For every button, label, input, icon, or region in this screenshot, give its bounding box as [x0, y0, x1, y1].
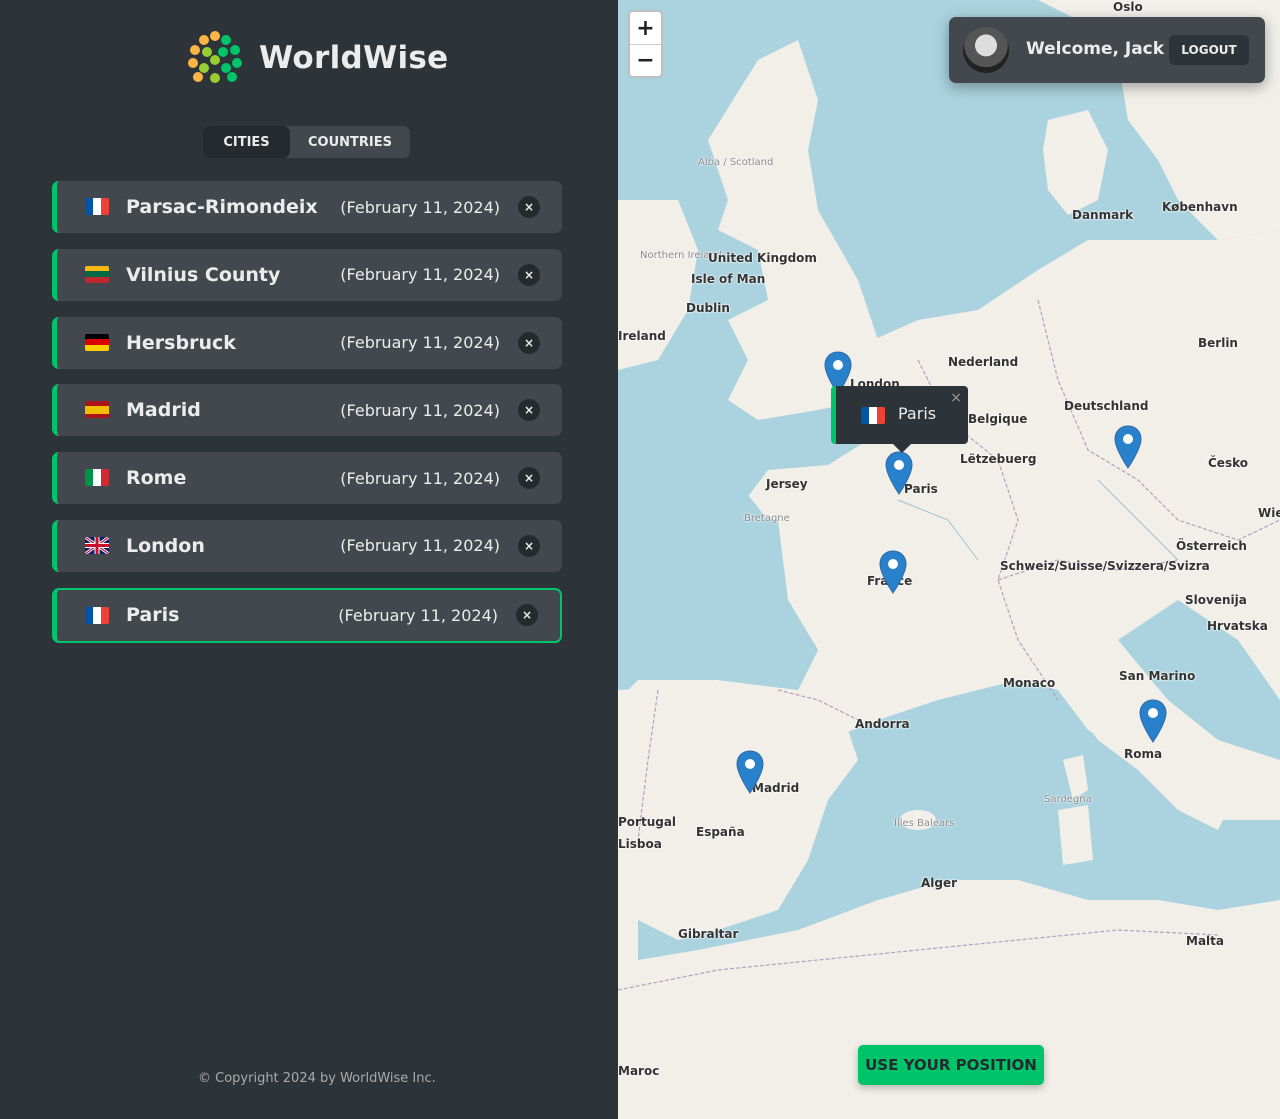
map-label: Andorra: [855, 717, 910, 731]
map-label: United Kingdom: [708, 251, 817, 265]
france-flag-icon: [85, 198, 109, 215]
welcome-text: Welcome, Jack: [1026, 39, 1165, 59]
logo[interactable]: WorldWise: [185, 28, 449, 88]
city-item-madrid[interactable]: Madrid (February 11, 2024) ×: [52, 384, 562, 437]
city-item-parsac-rimondeix[interactable]: Parsac-Rimondeix (February 11, 2024) ×: [52, 181, 562, 233]
france-flag-icon: [85, 606, 109, 624]
city-item-london[interactable]: London (February 11, 2024) ×: [52, 519, 562, 572]
city-item-hersbruck[interactable]: Hersbruck (February 11, 2024) ×: [52, 316, 562, 369]
city-date: (February 11, 2024): [338, 605, 498, 625]
map-label: Alger: [921, 876, 958, 890]
map-label: Wien: [1258, 506, 1280, 520]
delete-city-button[interactable]: ×: [518, 331, 540, 354]
map-label: San Marino: [1119, 669, 1196, 683]
map-label: Nederland: [948, 355, 1019, 369]
delete-city-button[interactable]: ×: [518, 534, 540, 557]
city-list: Parsac-Rimondeix (February 11, 2024) × V…: [52, 181, 562, 659]
map-label: København: [1162, 200, 1238, 214]
city-name: London: [126, 534, 205, 557]
map-label: Schweiz/Suisse/Svizzera/Svizra: [1000, 558, 1210, 575]
uk-flag-icon: [85, 536, 109, 554]
copyright-text: © Copyright 2024 by WorldWise Inc.: [198, 1071, 436, 1086]
city-name: Rome: [126, 467, 187, 490]
user-box: Welcome, Jack LOGOUT: [949, 17, 1265, 83]
zoom-control: + −: [628, 10, 663, 78]
delete-city-button[interactable]: ×: [516, 604, 538, 627]
map-marker-icon[interactable]: [879, 550, 907, 594]
map-label: Roma: [1124, 747, 1163, 761]
city-date: (February 11, 2024): [340, 265, 500, 285]
lithuania-flag-icon: [85, 265, 109, 283]
map-label: Hrvatska: [1207, 619, 1268, 633]
map-label: Jersey: [766, 477, 808, 491]
city-item-paris[interactable]: Paris (February 11, 2024) ×: [52, 587, 562, 643]
city-name: Madrid: [126, 399, 201, 422]
city-item-vilnius-county[interactable]: Vilnius County (February 11, 2024) ×: [52, 248, 562, 301]
delete-city-button[interactable]: ×: [518, 467, 540, 490]
germany-flag-icon: [85, 333, 109, 351]
tab-countries[interactable]: COUNTRIES: [290, 126, 410, 158]
spain-flag-icon: [85, 401, 109, 419]
map-label: Deutschland: [1064, 399, 1149, 413]
map-label: Berlin: [1198, 336, 1238, 350]
city-date: (February 11, 2024): [340, 400, 500, 420]
delete-city-button[interactable]: ×: [518, 263, 540, 286]
city-name: Vilnius County: [126, 263, 281, 286]
zoom-out-button[interactable]: −: [630, 44, 661, 76]
france-flag-icon: [861, 407, 885, 424]
map-label: Gibraltar: [678, 927, 739, 941]
tabs-nav: CITIES COUNTRIES: [203, 126, 410, 158]
tab-cities[interactable]: CITIES: [203, 126, 290, 158]
city-date: (February 11, 2024): [340, 468, 500, 488]
map-label: España: [696, 825, 745, 839]
map-label: Česko: [1208, 456, 1248, 470]
map-label: Monaco: [1003, 676, 1056, 690]
union-jack-icon: [85, 536, 109, 554]
city-item-rome[interactable]: Rome (February 11, 2024) ×: [52, 452, 562, 505]
map-marker-icon[interactable]: [1139, 699, 1167, 743]
popup-tip: [892, 443, 912, 453]
map-label: Sardegna: [1044, 794, 1092, 805]
city-date: (February 11, 2024): [340, 536, 500, 556]
map-label: Belgique: [968, 412, 1028, 426]
delete-city-button[interactable]: ×: [518, 196, 540, 218]
map-label: Portugal: [618, 815, 677, 829]
map-label: Slovenija: [1185, 593, 1247, 607]
city-date: (February 11, 2024): [340, 197, 500, 217]
map-label: Lëtzebuerg: [960, 452, 1037, 466]
logout-button[interactable]: LOGOUT: [1169, 35, 1249, 65]
app-name: WorldWise: [259, 40, 449, 76]
map-marker-icon[interactable]: [1114, 425, 1142, 469]
map-label: Dublin: [686, 301, 730, 315]
sidebar: WorldWise CITIES COUNTRIES Parsac-Rimond…: [0, 0, 618, 1119]
map-label: Isle of Man: [691, 272, 766, 286]
popup-city-name: Paris: [898, 404, 937, 423]
map-label: Österreich: [1176, 539, 1247, 553]
city-name: Hersbruck: [126, 331, 236, 354]
avatar: [963, 27, 1009, 73]
globe-logo-icon: [186, 29, 244, 87]
map-label: Ireland: [618, 329, 666, 343]
use-position-button[interactable]: USE YOUR POSITION: [858, 1045, 1044, 1085]
city-date: (February 11, 2024): [340, 333, 500, 353]
map-label: Lisboa: [618, 837, 662, 851]
city-name: Paris: [126, 604, 180, 627]
map-label: Bretagne: [744, 513, 790, 524]
map-label: Maroc: [618, 1064, 660, 1078]
map-label: Malta: [1186, 934, 1224, 948]
map[interactable]: Oslo Alba / Scotland Danmark København N…: [618, 0, 1280, 1119]
map-label: Illes Balears: [894, 818, 955, 829]
map-marker-icon[interactable]: [885, 451, 913, 495]
city-name: Parsac-Rimondeix: [126, 196, 318, 218]
zoom-in-button[interactable]: +: [630, 12, 661, 44]
map-marker-icon[interactable]: [736, 750, 764, 794]
italy-flag-icon: [85, 469, 109, 487]
delete-city-button[interactable]: ×: [518, 399, 540, 422]
map-label: Oslo: [1113, 0, 1143, 14]
popup-close-button[interactable]: ×: [950, 390, 962, 406]
city-popup[interactable]: Paris ×: [831, 386, 968, 444]
map-label: Danmark: [1072, 208, 1134, 222]
map-label: Alba / Scotland: [698, 157, 774, 168]
